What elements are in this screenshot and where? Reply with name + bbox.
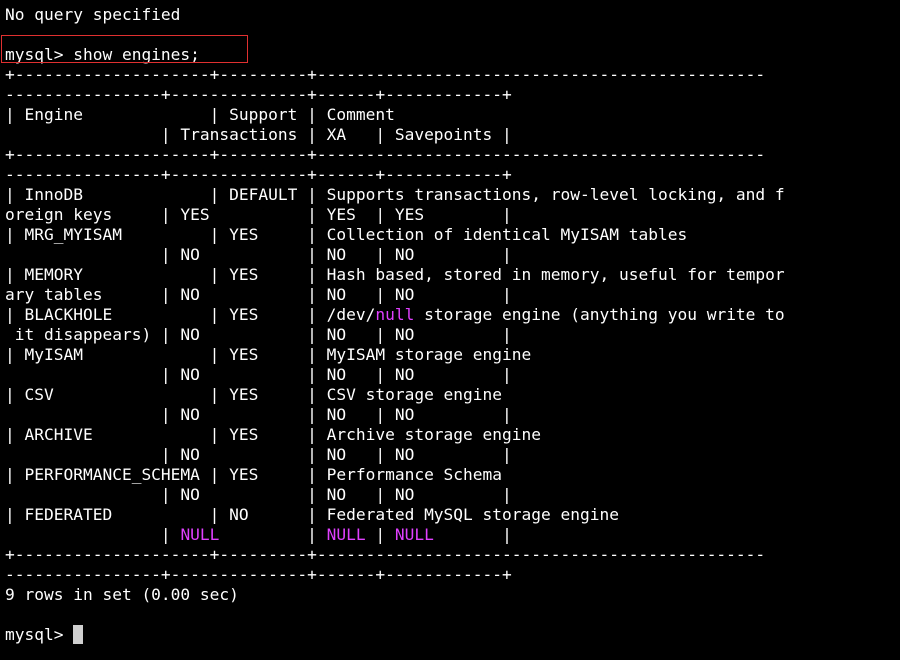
output-text: storage engine (anything you write to	[414, 305, 785, 324]
output-text: | MRG_MYISAM | YES | Collection of ident…	[5, 225, 688, 244]
output-line: | ARCHIVE | YES | Archive storage engine	[5, 425, 900, 445]
output-line: | Transactions | XA | Savepoints |	[5, 125, 900, 145]
output-line: No query specified	[5, 5, 900, 25]
output-text: ----------------+--------------+------+-…	[5, 565, 512, 584]
output-text: | BLACKHOLE | YES | /dev/	[5, 305, 376, 324]
output-text: mysql> show engines;	[5, 45, 200, 64]
output-line: 9 rows in set (0.00 sec)	[5, 585, 900, 605]
output-text: oreign keys | YES | YES | YES |	[5, 205, 512, 224]
output-line: ----------------+--------------+------+-…	[5, 85, 900, 105]
output-line: ary tables | NO | NO | NO |	[5, 285, 900, 305]
output-line: | BLACKHOLE | YES | /dev/null storage en…	[5, 305, 900, 325]
output-line: oreign keys | YES | YES | YES |	[5, 205, 900, 225]
output-line: ----------------+--------------+------+-…	[5, 565, 900, 585]
output-text: | NO | NO | NO |	[5, 365, 512, 384]
output-line: mysql> show engines;	[5, 45, 900, 65]
output-text: | MEMORY | YES | Hash based, stored in m…	[5, 265, 785, 284]
null-value-text: NULL	[394, 525, 434, 544]
prompt-line[interactable]: mysql>	[5, 625, 900, 645]
output-text: |	[365, 525, 395, 544]
output-text: ----------------+--------------+------+-…	[5, 165, 512, 184]
output-line: | FEDERATED | NO | Federated MySQL stora…	[5, 505, 900, 525]
output-text: |	[433, 525, 512, 544]
null-value-text: NULL	[326, 525, 366, 544]
output-text: ary tables | NO | NO | NO |	[5, 285, 512, 304]
output-text: | FEDERATED | NO | Federated MySQL stora…	[5, 505, 619, 524]
output-text: | NO | NO | NO |	[5, 405, 512, 424]
output-line: | InnoDB | DEFAULT | Supports transactio…	[5, 185, 900, 205]
output-line: | NO | NO | NO |	[5, 405, 900, 425]
output-text: ----------------+--------------+------+-…	[5, 85, 512, 104]
output-line: | NULL | NULL | NULL |	[5, 525, 900, 545]
text-cursor	[73, 625, 84, 644]
output-text: |	[5, 525, 181, 544]
output-text: | PERFORMANCE_SCHEMA | YES | Performance…	[5, 465, 503, 484]
output-line: | MEMORY | YES | Hash based, stored in m…	[5, 265, 900, 285]
output-line: | NO | NO | NO |	[5, 445, 900, 465]
output-text: it disappears) | NO | NO | NO |	[5, 325, 512, 344]
output-line: +--------------------+---------+--------…	[5, 545, 900, 565]
output-text: No query specified	[5, 5, 181, 24]
output-line: | NO | NO | NO |	[5, 245, 900, 265]
output-line: +--------------------+---------+--------…	[5, 65, 900, 85]
output-line: | CSV | YES | CSV storage engine	[5, 385, 900, 405]
output-text: | NO | NO | NO |	[5, 245, 512, 264]
output-text: +--------------------+---------+--------…	[5, 545, 766, 564]
output-text: | NO | NO | NO |	[5, 485, 512, 504]
output-text: 9 rows in set (0.00 sec)	[5, 585, 239, 604]
output-line: it disappears) | NO | NO | NO |	[5, 325, 900, 345]
output-line: | Engine | Support | Comment	[5, 105, 900, 125]
output-line: | NO | NO | NO |	[5, 485, 900, 505]
output-text: | NO | NO | NO |	[5, 445, 512, 464]
output-text: | Engine | Support | Comment	[5, 105, 395, 124]
output-text: | InnoDB | DEFAULT | Supports transactio…	[5, 185, 785, 204]
output-text: | CSV | YES | CSV storage engine	[5, 385, 503, 404]
terminal-window[interactable]: No query specified mysql> show engines; +-…	[0, 0, 900, 660]
output-text: +--------------------+---------+--------…	[5, 65, 766, 84]
output-text: +--------------------+---------+--------…	[5, 145, 766, 164]
output-text: | Transactions | XA | Savepoints |	[5, 125, 512, 144]
output-text: | MyISAM | YES | MyISAM storage engine	[5, 345, 532, 364]
output-text: |	[219, 525, 327, 544]
terminal-output: No query specified mysql> show engines; +-…	[5, 5, 900, 625]
null-value-text: NULL	[180, 525, 220, 544]
null-value-text: null	[375, 305, 415, 324]
output-line: ----------------+--------------+------+-…	[5, 165, 900, 185]
prompt-text: mysql>	[5, 625, 74, 644]
output-line: | NO | NO | NO |	[5, 365, 900, 385]
output-line: | MRG_MYISAM | YES | Collection of ident…	[5, 225, 900, 245]
output-line: | MyISAM | YES | MyISAM storage engine	[5, 345, 900, 365]
output-line: | PERFORMANCE_SCHEMA | YES | Performance…	[5, 465, 900, 485]
output-text: | ARCHIVE | YES | Archive storage engine	[5, 425, 542, 444]
output-line: +--------------------+---------+--------…	[5, 145, 900, 165]
